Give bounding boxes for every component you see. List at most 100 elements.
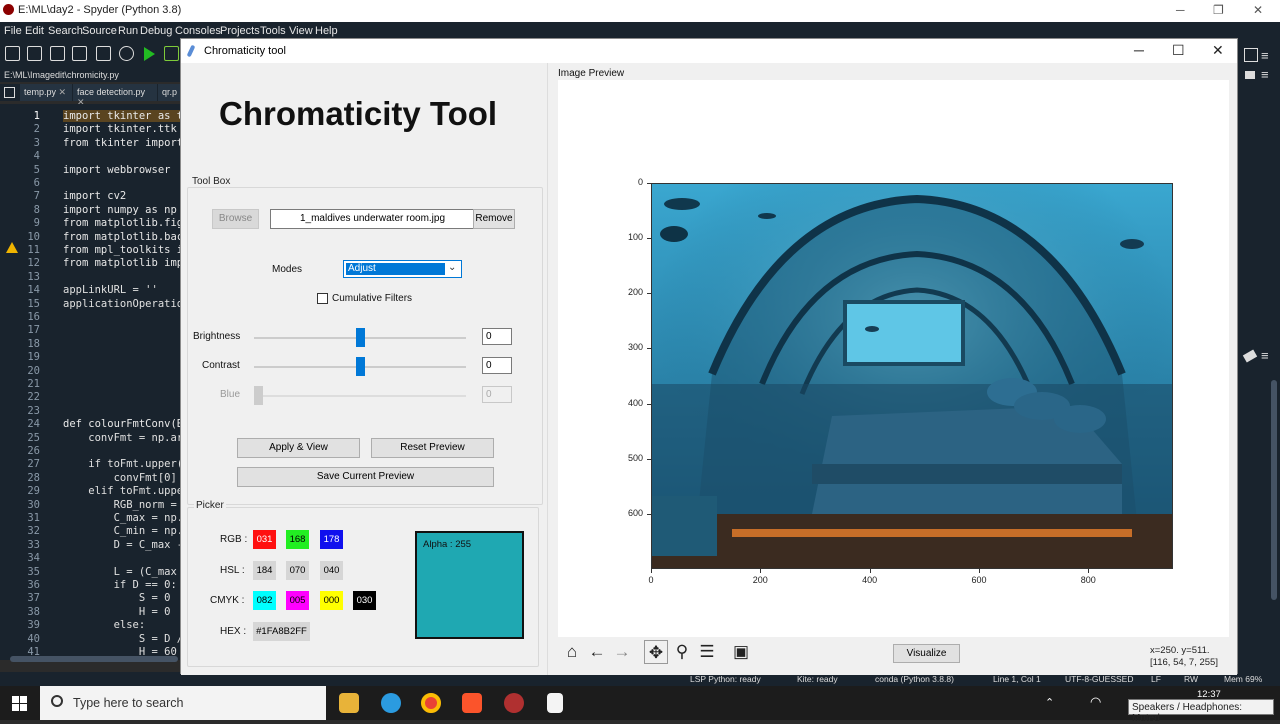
apply-view-button[interactable]: Apply & View <box>237 438 360 458</box>
document-icon[interactable] <box>547 693 563 713</box>
editor-scrollbar[interactable] <box>10 656 178 662</box>
menu-consoles[interactable]: Consoles <box>175 25 221 37</box>
save-figure-icon[interactable]: ▣ <box>729 640 753 664</box>
save-all-icon[interactable] <box>72 46 87 61</box>
browse-button[interactable]: Browse <box>212 209 259 229</box>
home-icon[interactable]: ⌂ <box>560 640 584 664</box>
brightness-thumb[interactable] <box>355 328 365 347</box>
pane-options-icon[interactable] <box>1244 48 1258 62</box>
menu-debug[interactable]: Debug <box>140 25 172 37</box>
window-close-icon[interactable]: ✕ <box>1212 42 1224 59</box>
status-eol: LF <box>1151 674 1161 684</box>
menu-projects[interactable]: Projects <box>220 25 260 37</box>
line-number: 12 <box>27 257 40 270</box>
window-minimize-icon[interactable]: ─ <box>1134 42 1144 58</box>
menu-search[interactable]: Search <box>48 25 83 37</box>
y-tick-label: 0 <box>637 177 643 187</box>
at-icon[interactable] <box>119 46 134 61</box>
spyder-taskbar-icon[interactable] <box>504 693 524 713</box>
menu-icon-3[interactable]: ≡ <box>1261 348 1269 363</box>
menu-help[interactable]: Help <box>315 25 338 37</box>
menu-icon[interactable]: ≡ <box>1261 48 1269 63</box>
line-number: 18 <box>27 337 40 350</box>
modes-select[interactable]: Adjust ⌄ <box>343 260 462 278</box>
menu-edit[interactable]: Edit <box>25 25 44 37</box>
save-preview-button[interactable]: Save Current Preview <box>237 467 494 487</box>
forward-arrow-icon[interactable]: → <box>610 640 634 664</box>
contrast-value[interactable]: 0 <box>482 357 512 374</box>
pan-icon[interactable]: ✥ <box>644 640 668 664</box>
brightness-value[interactable]: 0 <box>482 328 512 345</box>
line-number: 36 <box>27 579 40 591</box>
filename-field[interactable]: 1_maldives underwater room.jpg <box>270 209 475 229</box>
visualize-button[interactable]: Visualize <box>893 644 960 663</box>
line-number: 10 <box>27 230 40 243</box>
network-icon[interactable]: ◠ <box>1090 694 1101 710</box>
restore-icon[interactable]: ❐ <box>1213 3 1224 17</box>
picker-label: Picker <box>194 500 226 511</box>
tab-face-detection[interactable]: face detection.py ✕ <box>73 84 157 107</box>
browse-tabs-icon[interactable] <box>4 87 15 98</box>
run-icon[interactable] <box>144 47 155 61</box>
status-memory: Mem 69% <box>1224 674 1263 684</box>
list-icon[interactable] <box>96 46 111 61</box>
spyder-toolbar <box>0 40 180 68</box>
menu-file[interactable]: File <box>4 25 22 37</box>
code-line: import cv2 <box>63 190 127 203</box>
line-number: 40 <box>27 632 40 645</box>
code-line: appLinkURL = '' <box>63 284 158 297</box>
open-file-icon[interactable] <box>27 46 42 61</box>
menu-run[interactable]: Run <box>118 25 138 37</box>
console-scrollbar[interactable] <box>1271 380 1277 600</box>
tab-temp[interactable]: temp.py ✕ <box>20 84 72 101</box>
status-lsp: LSP Python: ready <box>690 674 761 684</box>
taskbar-search[interactable]: Type here to search <box>40 686 326 720</box>
close-icon[interactable]: ✕ <box>1253 3 1263 17</box>
new-file-icon[interactable] <box>5 46 20 61</box>
preview-image[interactable] <box>651 183 1173 569</box>
blue-thumb <box>254 386 263 405</box>
y-tick-label: 100 <box>627 232 643 243</box>
plot-canvas[interactable]: 0 100 200 300 400 500 600 0 200 400 600 800 <box>558 80 1229 637</box>
menu-view[interactable]: View <box>289 25 313 37</box>
save-file-icon[interactable] <box>50 46 65 61</box>
menu-source[interactable]: Source <box>82 25 117 37</box>
code-line: D = C_max - <box>63 538 180 551</box>
code-line: import tkinter.ttk as <box>63 123 177 136</box>
brightness-label: Brightness <box>193 331 241 342</box>
configure-subplots-icon[interactable]: ☰ <box>695 640 719 664</box>
line-number: 13 <box>27 270 40 283</box>
chrome-icon[interactable] <box>421 693 441 713</box>
contrast-thumb[interactable] <box>355 357 365 376</box>
modes-label: Modes <box>272 264 303 275</box>
spyder-logo-icon <box>3 4 14 15</box>
brave-icon[interactable] <box>462 693 482 713</box>
cursor-pixel-value: [116, 54, 7, 255] <box>1150 657 1218 668</box>
run-cell-icon[interactable] <box>164 46 179 61</box>
tab-qr[interactable]: qr.p <box>158 84 180 101</box>
menu-icon-2[interactable]: ≡ <box>1261 67 1269 82</box>
cmyk-k-value: 030 <box>353 591 376 610</box>
eraser-icon[interactable] <box>1242 349 1258 363</box>
chevron-down-icon: ⌄ <box>448 262 457 273</box>
line-number: 30 <box>27 498 40 511</box>
zoom-icon[interactable]: ⚲ <box>670 640 694 664</box>
y-tick-mark <box>647 183 651 184</box>
reset-preview-button[interactable]: Reset Preview <box>371 438 494 458</box>
file-explorer-icon[interactable] <box>339 693 359 713</box>
line-number: 17 <box>27 324 40 337</box>
windows-start-icon[interactable] <box>12 696 27 711</box>
code-line: H = 0 <box>63 605 171 618</box>
volume-tooltip: Speakers / Headphones: Muted <box>1128 699 1274 724</box>
lock-icon <box>1245 71 1255 79</box>
back-arrow-icon[interactable]: ← <box>585 640 609 664</box>
status-rw: RW <box>1184 674 1199 684</box>
window-maximize-icon[interactable]: ☐ <box>1172 42 1185 59</box>
cumulative-checkbox[interactable] <box>317 293 328 304</box>
edge-icon[interactable] <box>381 693 401 713</box>
menu-tools[interactable]: Tools <box>260 25 286 37</box>
remove-button[interactable]: Remove <box>473 209 515 229</box>
minimize-icon[interactable]: ─ <box>1176 3 1185 17</box>
tray-chevron-icon[interactable]: ⌃ <box>1045 696 1054 709</box>
code-editor[interactable]: 1 import tkinter as tk 2 import tkinter.ttk… <box>0 104 180 660</box>
